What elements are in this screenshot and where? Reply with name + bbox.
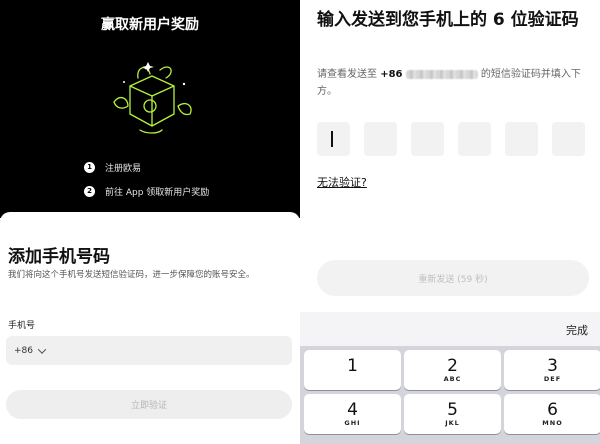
sms-description: 请查看发送至 +86 的短信验证码并填入下方。 <box>317 66 597 100</box>
numeric-keyboard: 完成 1 2 ABC 3 DEF 4 GHI 5 JKL 6 MNO <box>300 312 600 444</box>
desc-prefix: 请查看发送至 <box>317 69 377 80</box>
key-4[interactable]: 4 GHI <box>304 394 401 434</box>
step-label: 前往 App 领取新用户奖励 <box>105 187 210 198</box>
left-panel: 赢取新用户奖励 1 注册欧易 2 前往 App 领取新用户奖励 添加手机号码 我… <box>0 0 300 444</box>
promo-step-2: 2 前往 App 领取新用户奖励 <box>84 180 209 202</box>
code-digit-4[interactable] <box>458 122 491 156</box>
cant-verify-link[interactable]: 无法验证? <box>317 174 367 190</box>
key-3[interactable]: 3 DEF <box>504 350 600 390</box>
step-number: 1 <box>84 161 95 173</box>
promo-steps: 1 注册欧易 2 前往 App 领取新用户奖励 <box>84 156 209 202</box>
keypad: 1 2 ABC 3 DEF 4 GHI 5 JKL 6 MNO <box>304 350 600 434</box>
sheet-title: 添加手机号码 <box>8 247 110 267</box>
phone-number-field[interactable]: +86 <box>6 336 292 365</box>
promo-title: 赢取新用户奖励 <box>101 17 199 33</box>
right-panel: 输入发送到您手机上的 6 位验证码 请查看发送至 +86 的短信验证码并填入下方… <box>300 0 600 444</box>
step-number: 2 <box>84 185 95 197</box>
key-2[interactable]: 2 ABC <box>404 350 501 390</box>
resend-button[interactable]: 重新发送 (59 秒) <box>317 260 589 296</box>
code-digit-6[interactable] <box>552 122 585 156</box>
masked-phone-number <box>405 69 478 79</box>
country-code[interactable]: +86 <box>14 346 33 356</box>
code-input-row <box>317 122 599 156</box>
keyboard-done-button[interactable]: 完成 <box>566 322 588 338</box>
chevron-down-icon[interactable] <box>37 344 47 354</box>
country-code: +86 <box>380 69 403 80</box>
page-title: 输入发送到您手机上的 6 位验证码 <box>317 10 579 30</box>
key-digit: 3 <box>547 355 558 376</box>
key-digit: 5 <box>447 399 458 420</box>
promo-banner: 赢取新用户奖励 1 注册欧易 2 前往 App 领取新用户奖励 <box>0 0 300 218</box>
code-digit-3[interactable] <box>411 122 444 156</box>
key-letters: MNO <box>542 418 563 427</box>
step-label: 注册欧易 <box>105 163 142 174</box>
phone-label: 手机号 <box>8 321 36 331</box>
add-phone-sheet: 添加手机号码 我们将向这个手机号发送短信验证码，进一步保障您的账号安全。 手机号… <box>0 212 300 444</box>
keyboard-toolbar: 完成 <box>300 312 600 346</box>
key-5[interactable]: 5 JKL <box>404 394 501 434</box>
gift-box-illustration <box>113 62 192 134</box>
key-6[interactable]: 6 MNO <box>504 394 600 434</box>
code-digit-5[interactable] <box>505 122 538 156</box>
key-digit: 6 <box>547 399 558 420</box>
key-letters: DEF <box>543 374 562 383</box>
verify-button[interactable]: 立即验证 <box>6 390 292 419</box>
key-1[interactable]: 1 <box>304 350 401 390</box>
promo-step-1: 1 注册欧易 <box>84 156 209 178</box>
key-letters: ABC <box>443 374 462 383</box>
key-digit: 4 <box>347 399 358 420</box>
key-letters: GHI <box>344 418 361 427</box>
sheet-description: 我们将向这个手机号发送短信验证码，进一步保障您的账号安全。 <box>8 270 255 280</box>
key-digit: 1 <box>347 355 358 376</box>
key-digit: 2 <box>447 355 458 376</box>
code-digit-1[interactable] <box>317 122 350 156</box>
key-letters: JKL <box>445 418 460 427</box>
code-digit-2[interactable] <box>364 122 397 156</box>
